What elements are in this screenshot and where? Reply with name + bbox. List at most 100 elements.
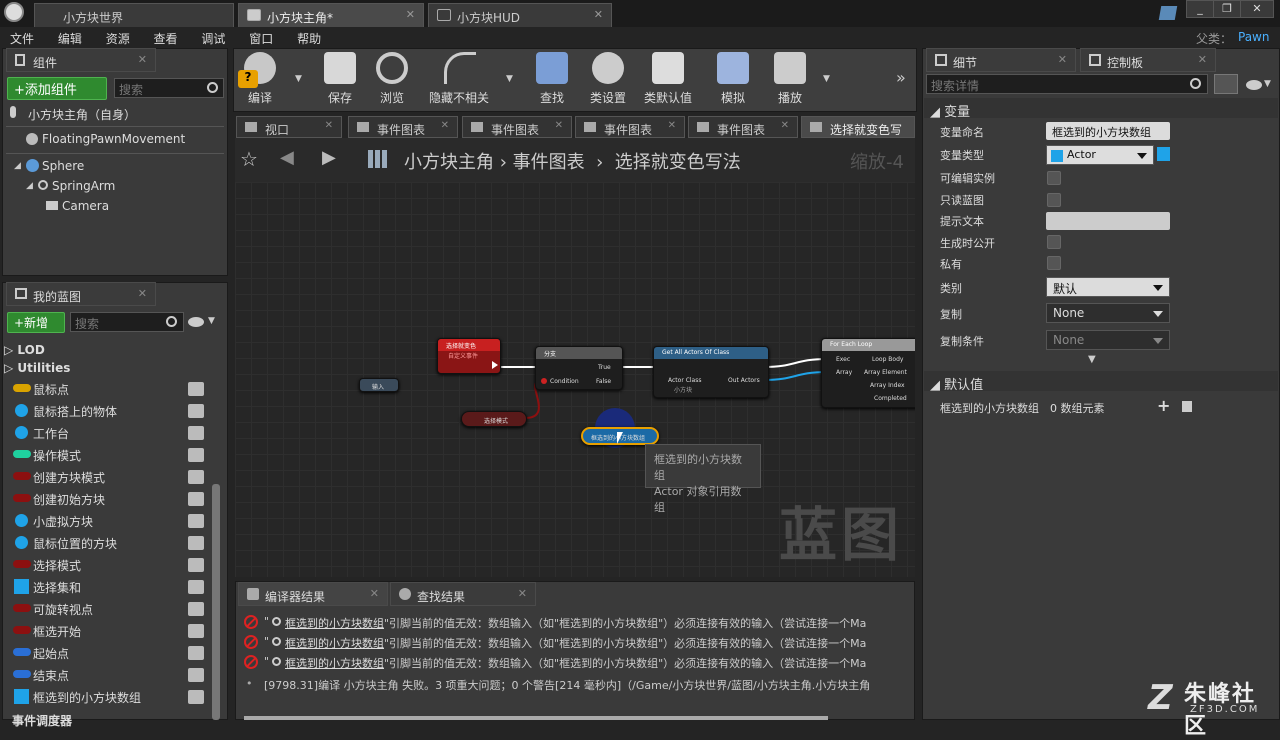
condition-pin-icon[interactable]	[541, 378, 547, 384]
variable-item[interactable]: 选择模式	[12, 555, 208, 575]
menu-edit[interactable]: 编辑	[48, 27, 92, 47]
visibility-eye-icon[interactable]	[188, 536, 204, 550]
close-icon[interactable]: ✕	[668, 120, 676, 131]
error-message[interactable]: " 框选到的小方块数组 "引脚当前的值无效：数组输入（如"框选到的小方块数组"）必须…	[244, 653, 909, 673]
variable-link[interactable]: 框选到的小方块数组	[285, 655, 384, 671]
breadcrumb-blueprint[interactable]: 小方块主角	[404, 152, 494, 173]
variable-type-dropdown[interactable]: Actor	[1046, 145, 1154, 165]
menu-help[interactable]: 帮助	[287, 27, 331, 47]
group-lod[interactable]: ▷ LOD	[4, 343, 45, 357]
close-icon[interactable]: ✕	[1058, 53, 1067, 66]
chevron-down-icon[interactable]: ▼	[1264, 79, 1271, 89]
simulate-button[interactable]: 模拟	[705, 52, 761, 108]
visibility-eye-icon[interactable]	[188, 558, 204, 572]
close-window-button[interactable]: ✕	[1240, 0, 1274, 18]
for-each-loop-node[interactable]: For Each Loop Exec Array Loop Body Array…	[821, 338, 915, 408]
close-icon[interactable]: ✕	[441, 120, 449, 131]
doc-tab-hud[interactable]: 小方块HUD ✕	[428, 3, 612, 27]
replication-condition-dropdown[interactable]: None	[1046, 330, 1170, 350]
tab-components[interactable]: 组件 ✕	[6, 48, 156, 72]
section-variable[interactable]: ◢ 变量	[924, 98, 1278, 120]
visibility-eye-icon[interactable]	[188, 382, 204, 396]
variable-link[interactable]: 框选到的小方块数组	[285, 635, 384, 651]
visibility-eye-icon[interactable]	[188, 514, 204, 528]
menu-asset[interactable]: 资源	[96, 27, 140, 47]
find-button[interactable]: 查找	[524, 52, 580, 108]
compile-button[interactable]: ? 编译	[232, 52, 288, 108]
error-message[interactable]: " 框选到的小方块数组 "引脚当前的值无效：数组输入（如"框选到的小方块数组"）必须…	[244, 613, 909, 633]
close-icon[interactable]: ✕	[594, 8, 603, 21]
play-options-icon[interactable]: ▼	[823, 74, 830, 84]
visibility-eye-icon[interactable]	[188, 668, 204, 682]
variable-item[interactable]: 创建初始方块	[12, 489, 208, 509]
expand-arrow-icon[interactable]: ◢	[14, 161, 21, 171]
visibility-eye-icon[interactable]	[188, 624, 204, 638]
section-default-value[interactable]: ◢ 默认值	[924, 371, 1278, 393]
variable-item[interactable]: 工作台	[12, 423, 208, 443]
source-control-icon[interactable]	[1158, 6, 1178, 20]
doc-tab-world[interactable]: 小方块世界	[34, 3, 234, 27]
tooltip-input[interactable]	[1046, 212, 1170, 230]
exec-pin-icon[interactable]	[492, 361, 498, 369]
close-icon[interactable]: ✕	[1198, 53, 1207, 66]
expand-arrow-icon[interactable]: ◢	[26, 181, 33, 191]
close-icon[interactable]: ✕	[138, 53, 147, 66]
close-icon[interactable]: ✕	[518, 587, 527, 600]
tab-event-graph-2[interactable]: 事件图表 ✕	[462, 116, 572, 138]
hide-unrelated-button[interactable]: 隐藏不相关	[424, 52, 494, 108]
tab-select-color[interactable]: 选择就变色写	[801, 116, 915, 138]
visibility-eye-icon[interactable]	[188, 492, 204, 506]
branch-node[interactable]: 分支 True False Condition	[535, 346, 623, 390]
eye-icon[interactable]	[1246, 80, 1262, 90]
event-dispatcher-header[interactable]: 事件调度器	[12, 712, 72, 729]
tab-event-graph-3[interactable]: 事件图表 ✕	[575, 116, 685, 138]
back-arrow-icon[interactable]: ◀	[280, 147, 294, 168]
menu-file[interactable]: 文件	[0, 27, 44, 47]
variable-item[interactable]: 鼠标搭上的物体	[12, 401, 208, 421]
visibility-eye-icon[interactable]	[188, 470, 204, 484]
add-component-button[interactable]: +添加组件	[7, 77, 107, 100]
class-settings-button[interactable]: 类设置	[580, 52, 636, 108]
event-node[interactable]: 选择就变色 自定义事件	[437, 338, 501, 374]
compile-options-icon[interactable]: ▼	[295, 74, 302, 84]
maximize-button[interactable]: ❐	[1213, 0, 1241, 18]
variable-item[interactable]: 操作模式	[12, 445, 208, 465]
menu-window[interactable]: 窗口	[239, 27, 283, 47]
category-dropdown[interactable]: 默认	[1046, 277, 1170, 297]
variable-item[interactable]: 选择集和	[12, 577, 208, 597]
variable-item[interactable]: 鼠标点	[12, 379, 208, 399]
tab-my-blueprint[interactable]: 我的蓝图 ✕	[6, 282, 156, 306]
self-component[interactable]: 小方块主角（自身）	[8, 105, 226, 125]
parent-class-link[interactable]: Pawn	[1238, 30, 1269, 44]
close-icon[interactable]: ✕	[781, 120, 789, 131]
visibility-eye-icon[interactable]	[188, 646, 204, 660]
input-node[interactable]: 输入	[359, 378, 399, 392]
variable-name-input[interactable]: 框选到的小方块数组	[1046, 122, 1170, 140]
container-type-icon[interactable]	[1157, 147, 1170, 161]
hide-options-icon[interactable]: ▼	[506, 74, 513, 84]
class-defaults-button[interactable]: 类默认值	[640, 52, 696, 108]
variable-link[interactable]: 框选到的小方块数组	[285, 615, 384, 631]
breadcrumb-graph[interactable]: 事件图表	[513, 152, 585, 173]
get-all-actors-node[interactable]: Get All Actors Of Class Actor Class 小方块 …	[653, 346, 769, 398]
close-icon[interactable]: ✕	[138, 287, 147, 300]
variable-item[interactable]: 结束点	[12, 665, 208, 685]
save-button[interactable]: 保存	[312, 52, 368, 108]
add-element-icon[interactable]: +	[1157, 396, 1170, 415]
tab-find-results[interactable]: 查找结果 ✕	[390, 582, 536, 606]
blueprint-readonly-checkbox[interactable]	[1047, 193, 1061, 207]
scrollbar[interactable]	[212, 484, 220, 720]
minimize-button[interactable]: _	[1186, 0, 1214, 18]
close-icon[interactable]: ✕	[325, 120, 333, 131]
new-item-button[interactable]: +新增	[7, 312, 65, 333]
horizontal-scrollbar[interactable]	[244, 716, 828, 720]
eye-icon[interactable]	[188, 317, 204, 327]
browse-button[interactable]: 浏览	[364, 52, 420, 108]
variable-item[interactable]: 框选开始	[12, 621, 208, 641]
visibility-eye-icon[interactable]	[188, 404, 204, 418]
private-checkbox[interactable]	[1047, 256, 1061, 270]
play-button[interactable]: 播放	[762, 52, 818, 108]
favorite-star-icon[interactable]: ☆	[240, 147, 258, 171]
doc-tab-hero[interactable]: 小方块主角* ✕	[238, 3, 424, 27]
menu-view[interactable]: 查看	[144, 27, 188, 47]
